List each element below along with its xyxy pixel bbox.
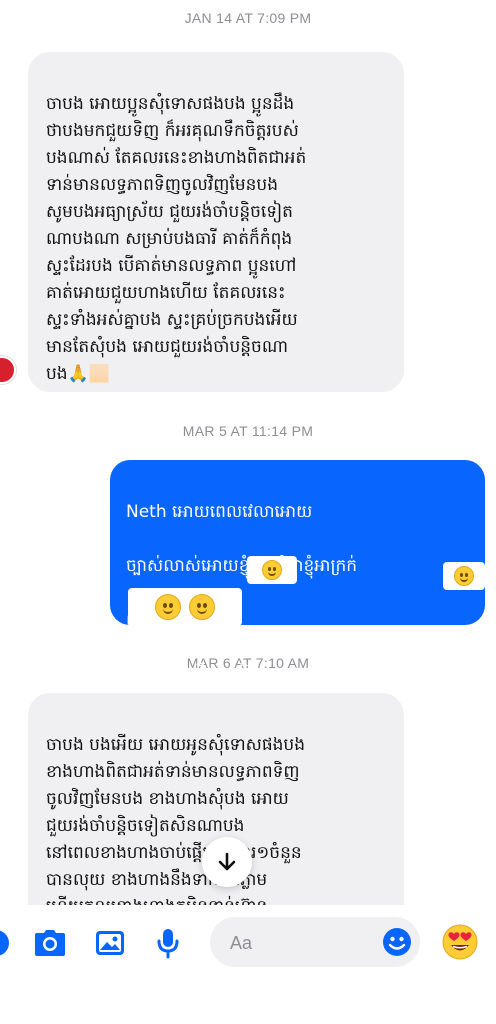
slightly-smiling-face-icon <box>189 594 215 620</box>
message-line: Neth អោយពេលវេលាអោយ <box>126 502 313 522</box>
inline-emoji-chip <box>247 556 297 584</box>
emoji-picker-button[interactable] <box>379 924 415 960</box>
message-line: ច្បាស់លាស់អោយខ្ញុំមក កុំចាខ្ញុំអាក្រក់ <box>126 556 358 576</box>
gallery-button[interactable] <box>92 925 128 961</box>
plus-circle-icon <box>0 930 9 956</box>
quick-reaction-button[interactable] <box>440 922 480 962</box>
arrow-down-icon <box>218 852 236 871</box>
slightly-smiling-face-icon <box>155 594 181 620</box>
incoming-message-bubble[interactable]: ចាបង អោយប្អូនសុំទោសផងបង ប្អូនដឹង ថាបងមកជ… <box>28 52 404 392</box>
microphone-icon <box>157 929 179 959</box>
avatar[interactable] <box>0 356 16 384</box>
emoji-row <box>128 588 242 626</box>
slightly-smiling-face-icon <box>262 560 282 580</box>
message-input[interactable] <box>228 917 382 969</box>
incoming-message-bubble[interactable]: ចាបង បងអើយ អោយអូនសុំទោសផងបង ខាងហាងពិតជាអ… <box>28 693 404 933</box>
voice-message-button[interactable] <box>150 925 186 961</box>
inline-emoji-chip <box>443 562 485 590</box>
camera-button[interactable] <box>32 925 68 961</box>
timestamp-mar-5: MAR 5 AT 11:14 PM <box>182 423 314 439</box>
camera-icon <box>35 930 65 956</box>
smiley-icon <box>383 928 411 956</box>
image-icon <box>96 931 124 955</box>
heart-eyes-icon <box>442 924 478 960</box>
message-line: ខ្ញុំលក់តែគ្រឿង សិនទេ ដោយស <box>126 664 336 684</box>
more-actions-button[interactable] <box>0 925 14 961</box>
timestamp-jan-14: JAN 14 AT 7:09 PM <box>184 10 312 26</box>
scroll-to-bottom-button[interactable] <box>202 837 252 887</box>
message-text: ចាបង បងអើយ អោយអូនសុំទោសផងបង ខាងហាងពិតជាអ… <box>46 735 306 917</box>
message-text: ចាបង អោយប្អូនសុំទោសផងបង ប្អូនដឹង ថាបងមកជ… <box>46 94 307 384</box>
slightly-smiling-face-icon <box>454 566 474 586</box>
